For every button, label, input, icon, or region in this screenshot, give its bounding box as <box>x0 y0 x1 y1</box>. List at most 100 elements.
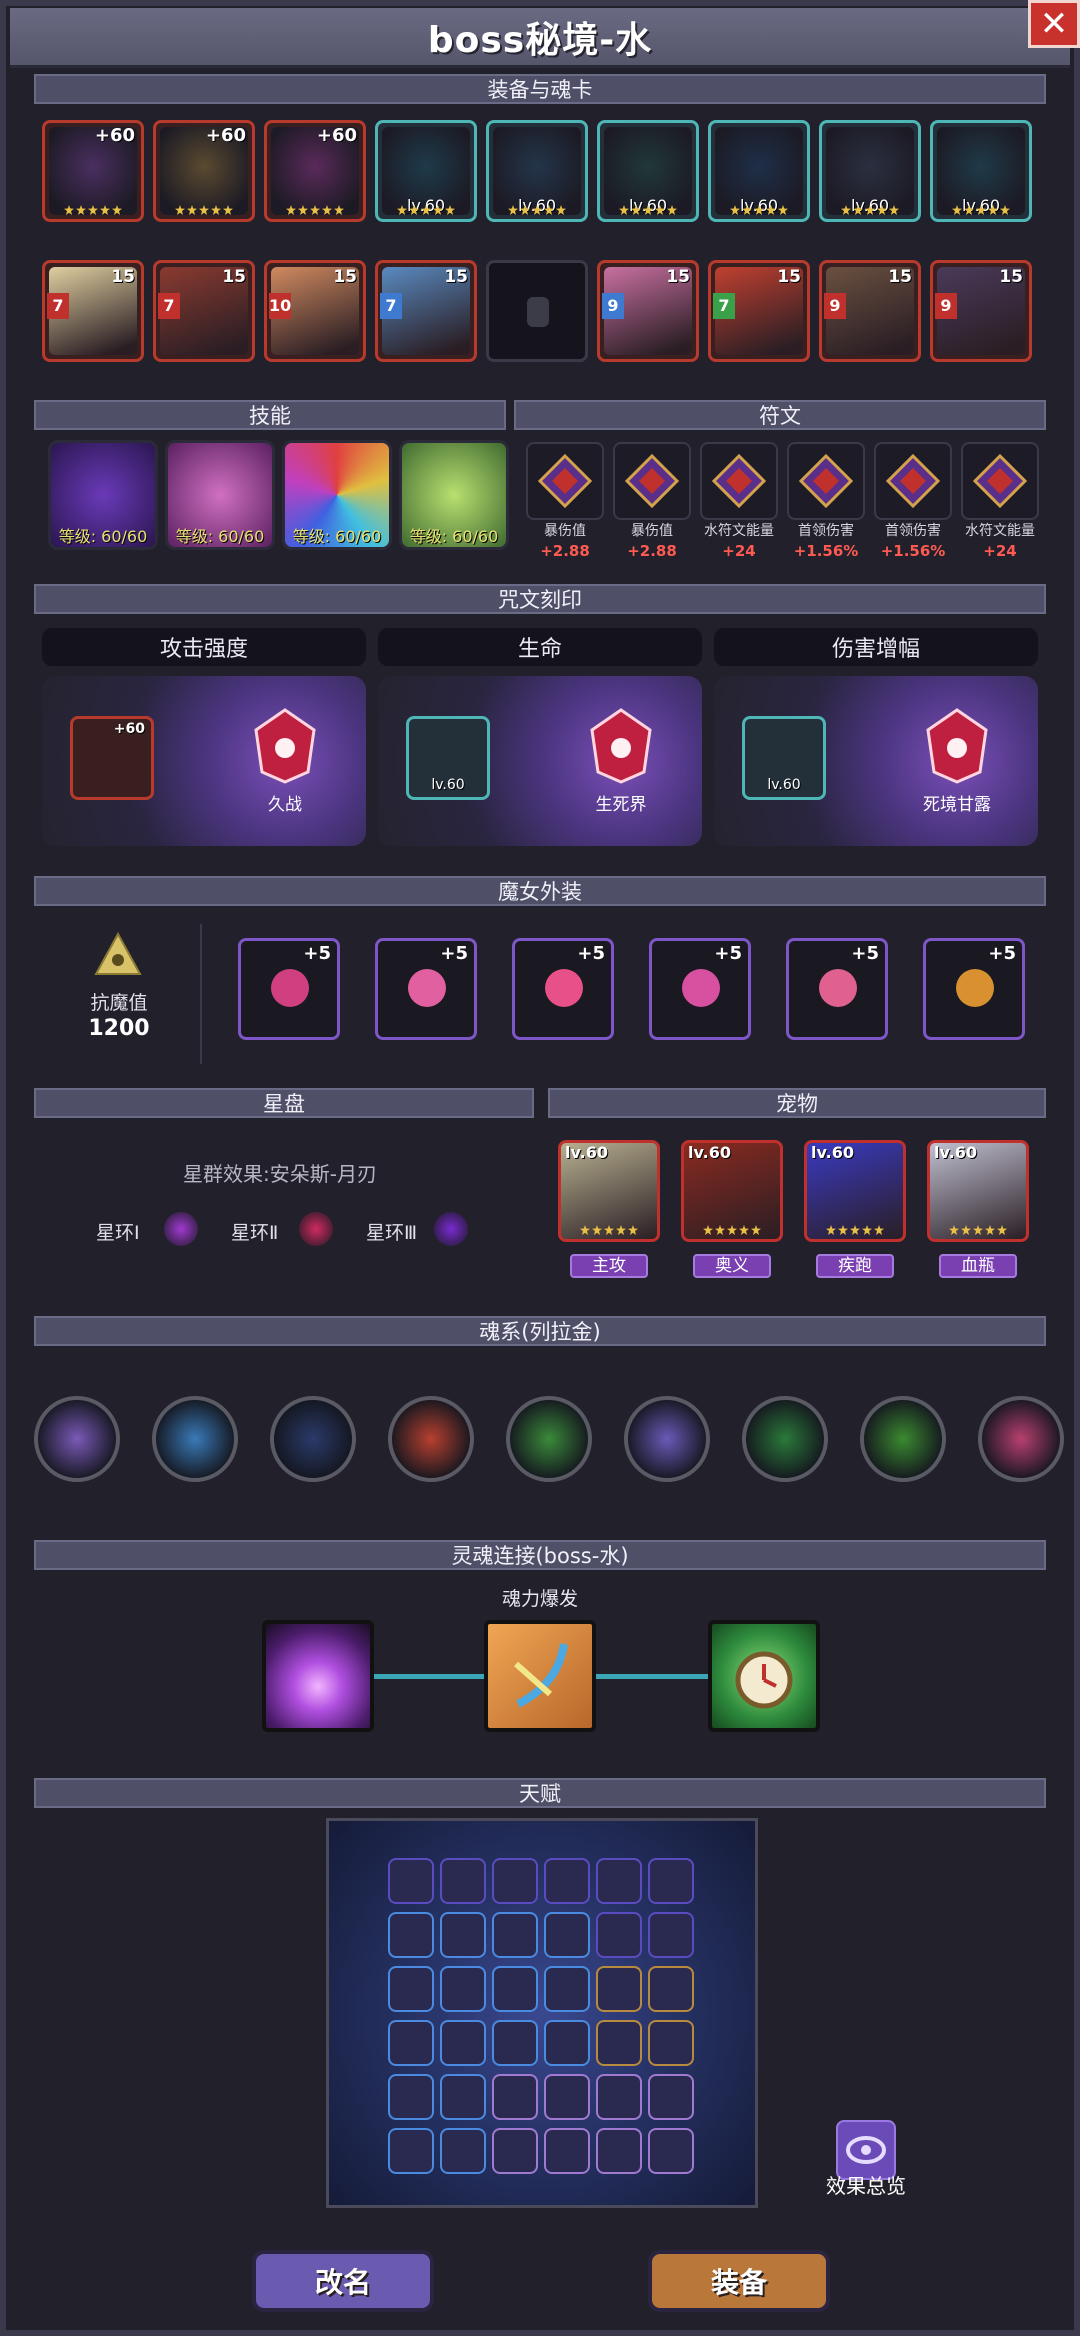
rune-slot[interactable] <box>700 442 778 520</box>
talent-node[interactable] <box>388 2020 434 2066</box>
rune-slot[interactable] <box>613 442 691 520</box>
talent-node[interactable] <box>648 2074 694 2120</box>
talent-node[interactable] <box>388 2074 434 2120</box>
talent-node[interactable] <box>492 1858 538 1904</box>
soul-node-icon[interactable] <box>860 1396 946 1482</box>
rune-slot[interactable] <box>874 442 952 520</box>
pet-slot[interactable]: lv.60 <box>558 1140 660 1242</box>
talent-node[interactable] <box>492 2074 538 2120</box>
curse-equipment-card[interactable]: lv.60 <box>406 716 490 800</box>
talent-node[interactable] <box>440 2020 486 2066</box>
talent-node[interactable] <box>388 1858 434 1904</box>
talent-node[interactable] <box>388 1966 434 2012</box>
equipment-slot[interactable]: lv.60 <box>486 120 588 222</box>
equipment-slot[interactable]: +60 <box>264 120 366 222</box>
outfit-slot[interactable]: +5 <box>649 938 751 1040</box>
talent-node[interactable] <box>492 1912 538 1958</box>
pet-slot[interactable]: lv.60 <box>927 1140 1029 1242</box>
curse-panel[interactable]: +60 久战 <box>42 676 366 846</box>
outfit-slot[interactable]: +5 <box>375 938 477 1040</box>
rune-slot[interactable] <box>961 442 1039 520</box>
talent-node[interactable] <box>648 2020 694 2066</box>
skill-slot[interactable]: 等级: 60/60 <box>165 440 275 550</box>
outfit-slot[interactable]: +5 <box>786 938 888 1040</box>
curse-equipment-card[interactable]: lv.60 <box>742 716 826 800</box>
talent-node[interactable] <box>388 2128 434 2174</box>
rename-button[interactable]: 改名 <box>252 2250 434 2312</box>
rune-slot[interactable] <box>526 442 604 520</box>
talent-node[interactable] <box>544 1858 590 1904</box>
soul-node-icon[interactable] <box>34 1396 120 1482</box>
runes-header: 符文 <box>514 400 1046 430</box>
soul-card-slot[interactable]: 15 7 <box>708 260 810 362</box>
soul-node-icon[interactable] <box>270 1396 356 1482</box>
talent-node[interactable] <box>596 2128 642 2174</box>
talent-node[interactable] <box>596 1858 642 1904</box>
equipment-slot[interactable]: lv.60 <box>819 120 921 222</box>
pet-slot[interactable]: lv.60 <box>681 1140 783 1242</box>
talent-node[interactable] <box>440 1912 486 1958</box>
talent-node[interactable] <box>440 2074 486 2120</box>
curse-equipment-card[interactable]: +60 <box>70 716 154 800</box>
skill-slot[interactable]: 等级: 60/60 <box>282 440 392 550</box>
equipment-slot[interactable]: lv.60 <box>708 120 810 222</box>
soul-node-icon[interactable] <box>624 1396 710 1482</box>
skill-slot[interactable]: 等级: 60/60 <box>48 440 158 550</box>
equipment-slot[interactable]: lv.60 <box>375 120 477 222</box>
equipment-slot[interactable]: +60 <box>42 120 144 222</box>
talent-node[interactable] <box>544 1966 590 2012</box>
talent-node[interactable] <box>544 2074 590 2120</box>
talent-node[interactable] <box>492 2128 538 2174</box>
soul-card-slot[interactable]: 15 7 <box>42 260 144 362</box>
talent-node[interactable] <box>596 2020 642 2066</box>
talent-node[interactable] <box>544 2128 590 2174</box>
talent-node[interactable] <box>440 2128 486 2174</box>
talent-node[interactable] <box>596 1966 642 2012</box>
equip-button[interactable]: 装备 <box>648 2250 830 2312</box>
soul-link-node-3[interactable] <box>708 1620 820 1732</box>
equipment-slot[interactable]: +60 <box>153 120 255 222</box>
star-ring-icon[interactable] <box>434 1212 468 1246</box>
soul-card-slot[interactable]: 15 10 <box>264 260 366 362</box>
talent-node[interactable] <box>648 1966 694 2012</box>
curse-panel[interactable]: lv.60 死境甘露 <box>714 676 1038 846</box>
soul-card-slot[interactable]: 15 7 <box>375 260 477 362</box>
soul-link-node-1[interactable] <box>262 1620 374 1732</box>
rune-slot[interactable] <box>787 442 865 520</box>
talent-node[interactable] <box>440 1966 486 2012</box>
soul-link-node-2[interactable] <box>484 1620 596 1732</box>
talent-node[interactable] <box>648 2128 694 2174</box>
soul-node-icon[interactable] <box>388 1396 474 1482</box>
talent-node[interactable] <box>648 1912 694 1958</box>
empty-soul-card-slot[interactable] <box>486 260 588 362</box>
talent-node[interactable] <box>596 1912 642 1958</box>
pet-slot[interactable]: lv.60 <box>804 1140 906 1242</box>
close-button[interactable]: ✕ <box>1028 0 1080 48</box>
soul-card-slot[interactable]: 15 9 <box>930 260 1032 362</box>
talent-node[interactable] <box>544 2020 590 2066</box>
talent-node[interactable] <box>596 2074 642 2120</box>
talent-node[interactable] <box>492 2020 538 2066</box>
talent-node[interactable] <box>492 1966 538 2012</box>
equipment-slot[interactable]: lv.60 <box>597 120 699 222</box>
soul-card-slot[interactable]: 15 9 <box>819 260 921 362</box>
talent-node[interactable] <box>544 1912 590 1958</box>
witch-divider <box>200 924 202 1064</box>
star-ring-icon[interactable] <box>164 1212 198 1246</box>
soul-card-slot[interactable]: 15 9 <box>597 260 699 362</box>
soul-node-icon[interactable] <box>742 1396 828 1482</box>
skill-slot[interactable]: 等级: 60/60 <box>399 440 509 550</box>
soul-node-icon[interactable] <box>978 1396 1064 1482</box>
outfit-slot[interactable]: +5 <box>238 938 340 1040</box>
curse-panel[interactable]: lv.60 生死界 <box>378 676 702 846</box>
talent-node[interactable] <box>648 1858 694 1904</box>
talent-node[interactable] <box>440 1858 486 1904</box>
equipment-slot[interactable]: lv.60 <box>930 120 1032 222</box>
soul-node-icon[interactable] <box>152 1396 238 1482</box>
soul-node-icon[interactable] <box>506 1396 592 1482</box>
talent-node[interactable] <box>388 1912 434 1958</box>
outfit-slot[interactable]: +5 <box>923 938 1025 1040</box>
star-ring-icon[interactable] <box>299 1212 333 1246</box>
outfit-slot[interactable]: +5 <box>512 938 614 1040</box>
soul-card-slot[interactable]: 15 7 <box>153 260 255 362</box>
